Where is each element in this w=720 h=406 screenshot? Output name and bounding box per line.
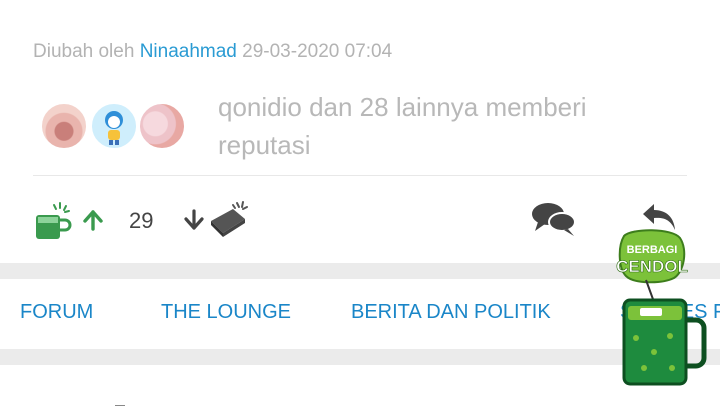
arrow-down-icon[interactable] <box>183 209 205 236</box>
brick-icon[interactable] <box>207 199 251 244</box>
nav-item-forum[interactable]: FORUM <box>20 301 93 324</box>
edit-info: Diubah oleh Ninaahmad 29-03-2020 07:04 <box>33 41 392 63</box>
divider <box>33 175 687 176</box>
post-actions <box>0 195 720 250</box>
arrow-up-icon[interactable] <box>82 209 104 236</box>
avatar[interactable] <box>40 102 88 150</box>
section-separator <box>0 263 720 279</box>
edit-timestamp: 29-03-2020 07:04 <box>242 41 393 62</box>
green-cup-icon[interactable] <box>34 201 74 248</box>
badge-line1: BERBAGI <box>627 244 678 256</box>
cut-off-text <box>33 392 153 406</box>
avatar[interactable] <box>90 102 138 150</box>
reputation-avatars[interactable] <box>40 102 190 152</box>
comments-icon[interactable] <box>530 201 578 244</box>
section-separator <box>0 349 720 365</box>
forum-nav: FORUM THE LOUNGE BERITA DAN POLITIK STOR… <box>0 279 720 349</box>
editor-link[interactable]: Ninaahmad <box>140 41 237 62</box>
badge-line2: CENDOL <box>616 257 688 276</box>
edit-prefix: Diubah oleh <box>33 41 135 62</box>
nav-item-the-lounge[interactable]: THE LOUNGE <box>161 301 291 324</box>
nav-item-berita-dan-politik[interactable]: BERITA DAN POLITIK <box>351 301 551 324</box>
berbagi-cendol-button[interactable]: BERBAGI CENDOL <box>614 228 720 388</box>
reputation-text[interactable]: qonidio dan 28 lainnya memberi reputasi <box>218 88 658 164</box>
vote-count: 29 <box>129 208 154 233</box>
avatar[interactable] <box>138 102 186 150</box>
